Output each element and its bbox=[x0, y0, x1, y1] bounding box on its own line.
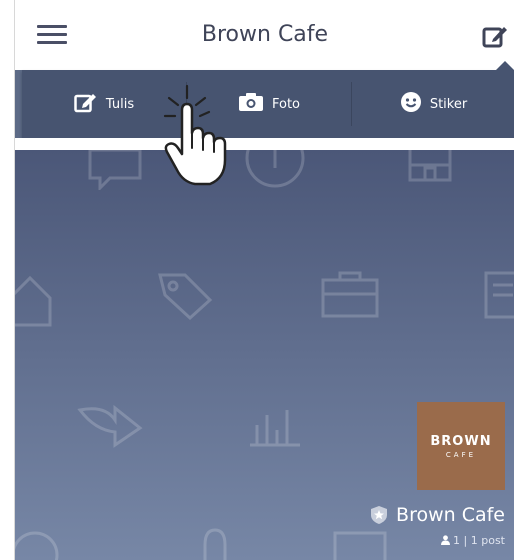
spacer bbox=[15, 138, 514, 150]
briefcase-icon bbox=[321, 271, 379, 318]
cafe-name-label: Brown Cafe bbox=[396, 504, 505, 526]
alert-circle-icon bbox=[245, 150, 305, 188]
logo-text-primary: BROWN bbox=[430, 433, 492, 449]
store-icon bbox=[408, 150, 452, 182]
share-arrow-icon bbox=[77, 404, 143, 448]
person-icon bbox=[441, 535, 451, 545]
tag-icon bbox=[158, 273, 213, 320]
menu-item-label: Stiker bbox=[429, 96, 468, 112]
speech-bubble-icon bbox=[88, 150, 142, 190]
top-bar: Brown Cafe bbox=[15, 0, 514, 70]
sticker-icon bbox=[400, 91, 422, 117]
globe-icon bbox=[15, 531, 59, 560]
follower-post-count: 1 | 1 post bbox=[441, 534, 505, 547]
meta-text: 1 | 1 post bbox=[453, 534, 505, 547]
menu-item-label: Tulis bbox=[105, 96, 135, 112]
document-icon bbox=[484, 271, 514, 319]
lock-icon bbox=[203, 528, 227, 560]
compose-icon bbox=[74, 91, 98, 117]
menu-item-stiker[interactable]: Stiker bbox=[352, 70, 514, 138]
menu-item-tulis[interactable]: Tulis bbox=[22, 70, 186, 138]
cafe-name[interactable]: Brown Cafe bbox=[370, 504, 505, 526]
cover-area: BROWN CAFE Brown Cafe 1 | 1 post bbox=[15, 150, 514, 560]
app-frame: Brown Cafe Tulis Foto Stiker BROWN CAFE … bbox=[14, 0, 514, 560]
page-title: Brown Cafe bbox=[201, 22, 329, 47]
menu-notch bbox=[496, 61, 514, 70]
bar-chart-icon bbox=[250, 410, 300, 447]
menu-item-label: Foto bbox=[271, 96, 301, 112]
camera-icon bbox=[238, 92, 264, 116]
menu-item-foto[interactable]: Foto bbox=[187, 70, 351, 138]
cafe-logo[interactable]: BROWN CAFE bbox=[417, 402, 505, 490]
wallet-icon bbox=[333, 531, 387, 560]
shield-star-icon bbox=[371, 506, 388, 524]
compose-icon[interactable] bbox=[481, 22, 509, 50]
compose-menu: Tulis Foto Stiker bbox=[22, 61, 514, 138]
home-icon bbox=[15, 275, 52, 327]
logo-text-secondary: CAFE bbox=[445, 450, 477, 459]
